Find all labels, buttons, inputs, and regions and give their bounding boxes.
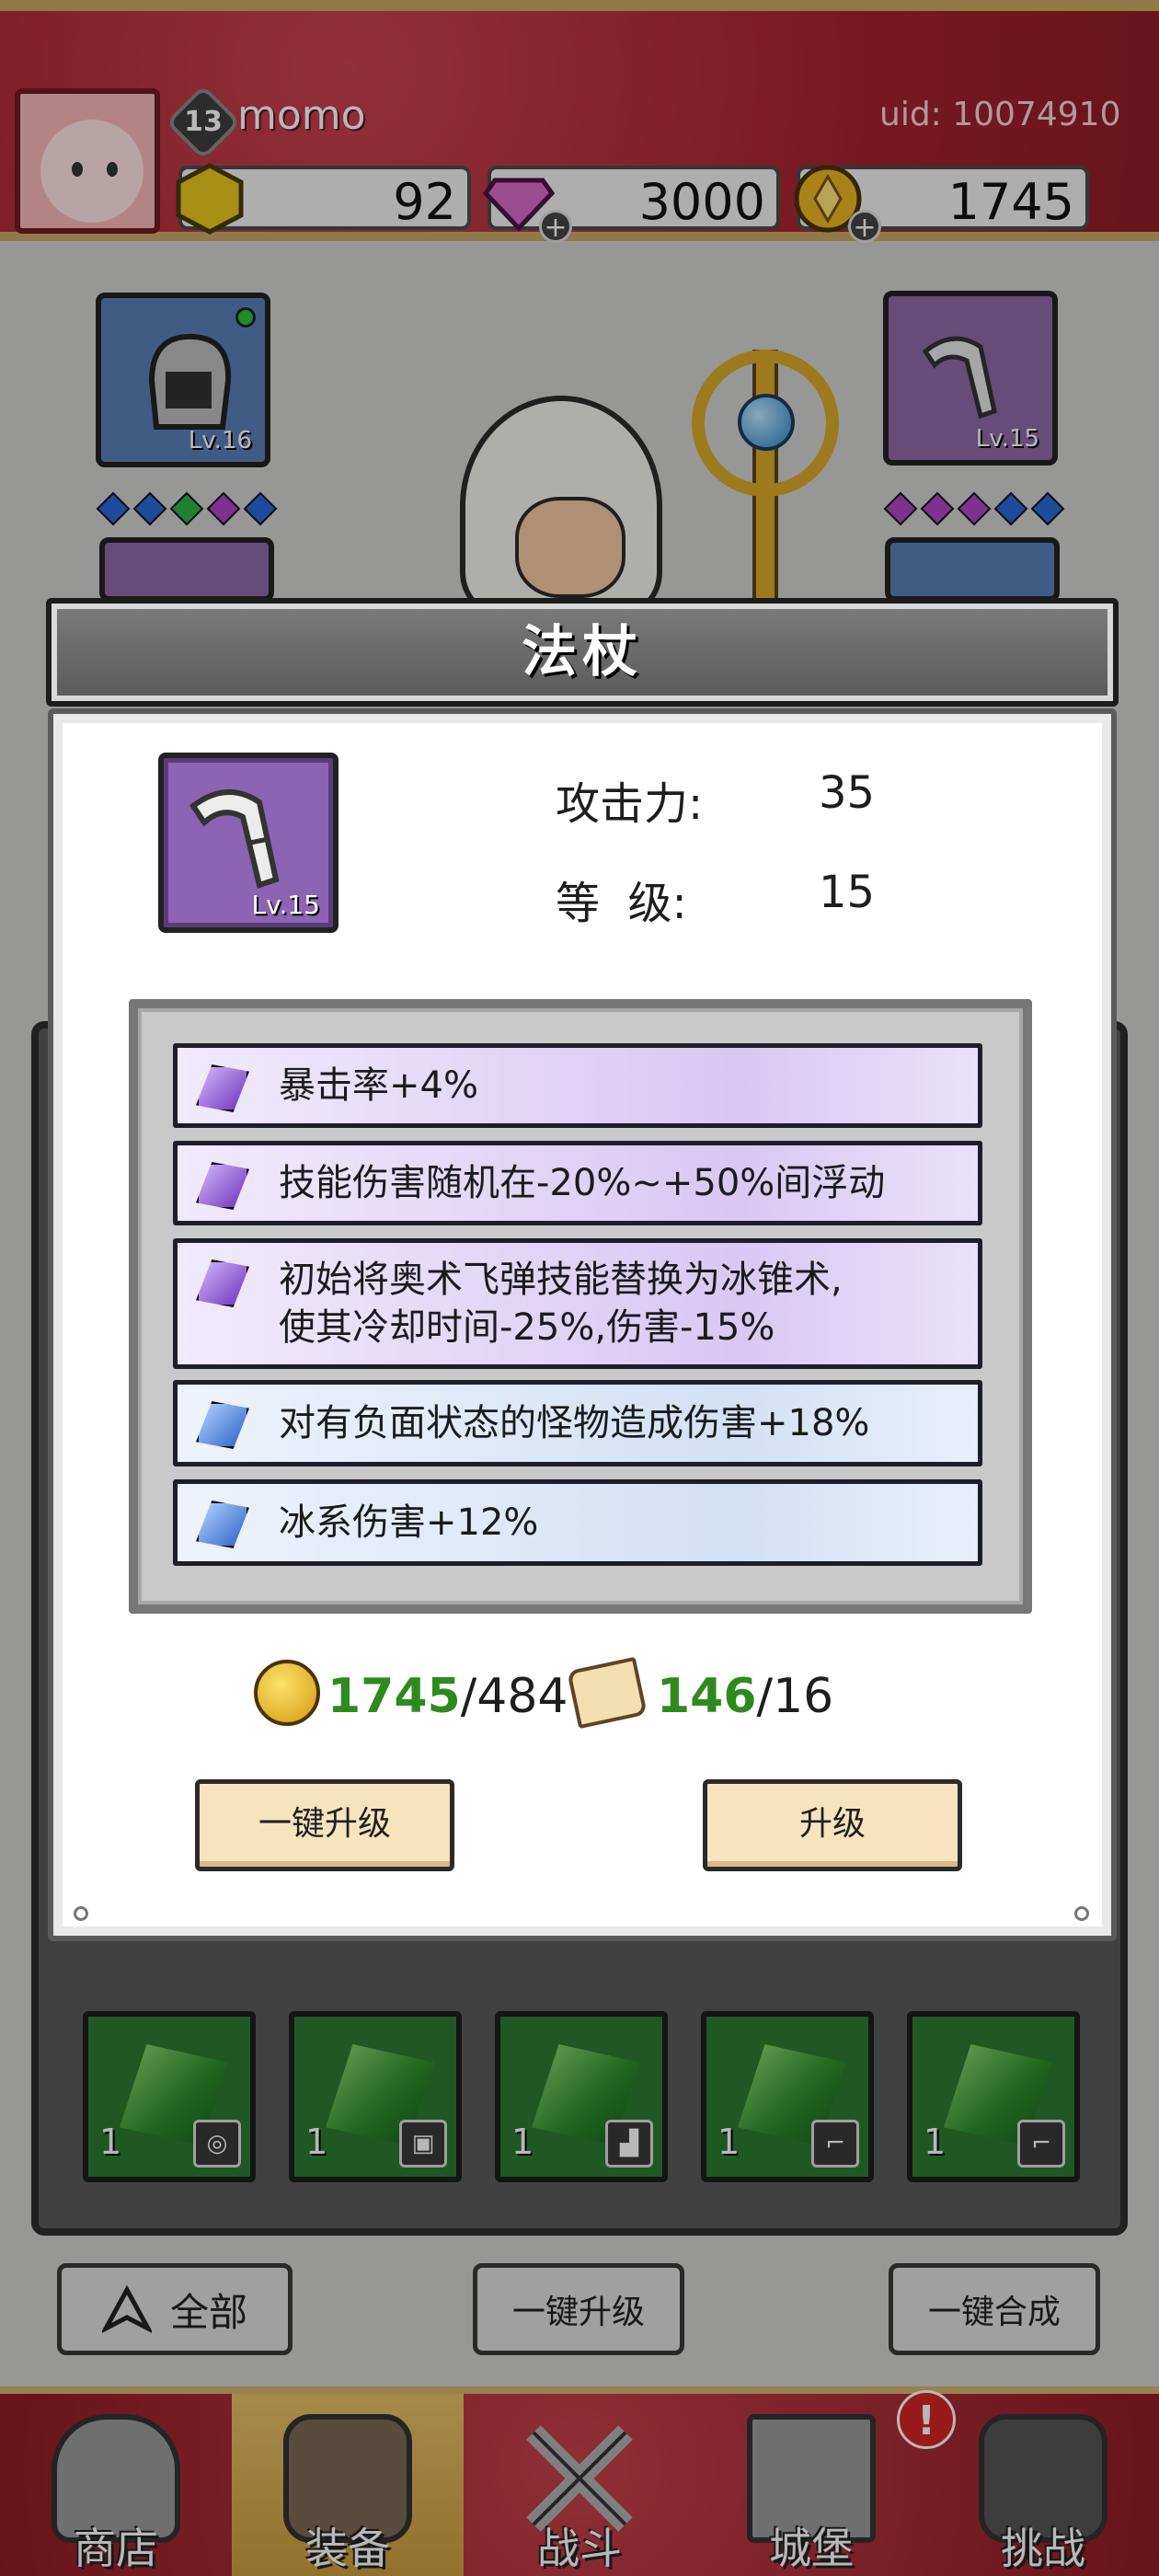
level-label: 等 级: bbox=[556, 878, 687, 929]
level-value: 15 bbox=[819, 867, 876, 918]
attack-label: 攻击力: bbox=[556, 778, 704, 830]
upgrade-button[interactable]: 升级 bbox=[703, 1779, 962, 1871]
affix-text: 技能伤害随机在-20%~+50%间浮动 bbox=[279, 1162, 886, 1204]
item-level: Lv.15 bbox=[251, 890, 320, 920]
scroll-cost: 146/16 bbox=[657, 1669, 834, 1724]
affix-row: 初始将奥术飞弹技能替换为冰锥术, 使其冷却时间-25%,伤害-15% bbox=[173, 1238, 982, 1369]
blue-gem-icon bbox=[196, 1501, 249, 1548]
purple-gem-icon bbox=[196, 1162, 249, 1210]
item-icon: Lv.15 bbox=[158, 753, 339, 933]
affix-row: 对有负面状态的怪物造成伤害+18% bbox=[173, 1380, 982, 1466]
affix-text: 对有负面状态的怪物造成伤害+18% bbox=[279, 1402, 870, 1444]
blue-gem-icon bbox=[196, 1401, 249, 1449]
purple-gem-icon bbox=[196, 1064, 249, 1112]
affix-row: 冰系伤害+12% bbox=[173, 1479, 982, 1566]
affix-row: 技能伤害随机在-20%~+50%间浮动 bbox=[173, 1141, 982, 1225]
attack-value: 35 bbox=[819, 767, 876, 819]
coin-icon bbox=[254, 1660, 320, 1726]
corner-rivet bbox=[1074, 1906, 1089, 1921]
coin-cost: 1745/484 bbox=[327, 1669, 568, 1724]
corner-rivet bbox=[74, 1906, 88, 1921]
modal-title-bar: 法杖 bbox=[46, 598, 1119, 707]
upgrade-all-button[interactable]: 一键升级 bbox=[195, 1779, 454, 1871]
staff-icon bbox=[189, 789, 280, 889]
affix-text: 初始将奥术飞弹技能替换为冰锥术, 使其冷却时间-25%,伤害-15% bbox=[279, 1259, 843, 1349]
purple-gem-icon bbox=[196, 1259, 249, 1307]
affix-text: 暴击率+4% bbox=[279, 1064, 478, 1107]
affix-row: 暴击率+4% bbox=[173, 1043, 982, 1128]
modal-title: 法杖 bbox=[522, 620, 643, 684]
affix-text: 冰系伤害+12% bbox=[279, 1501, 539, 1544]
